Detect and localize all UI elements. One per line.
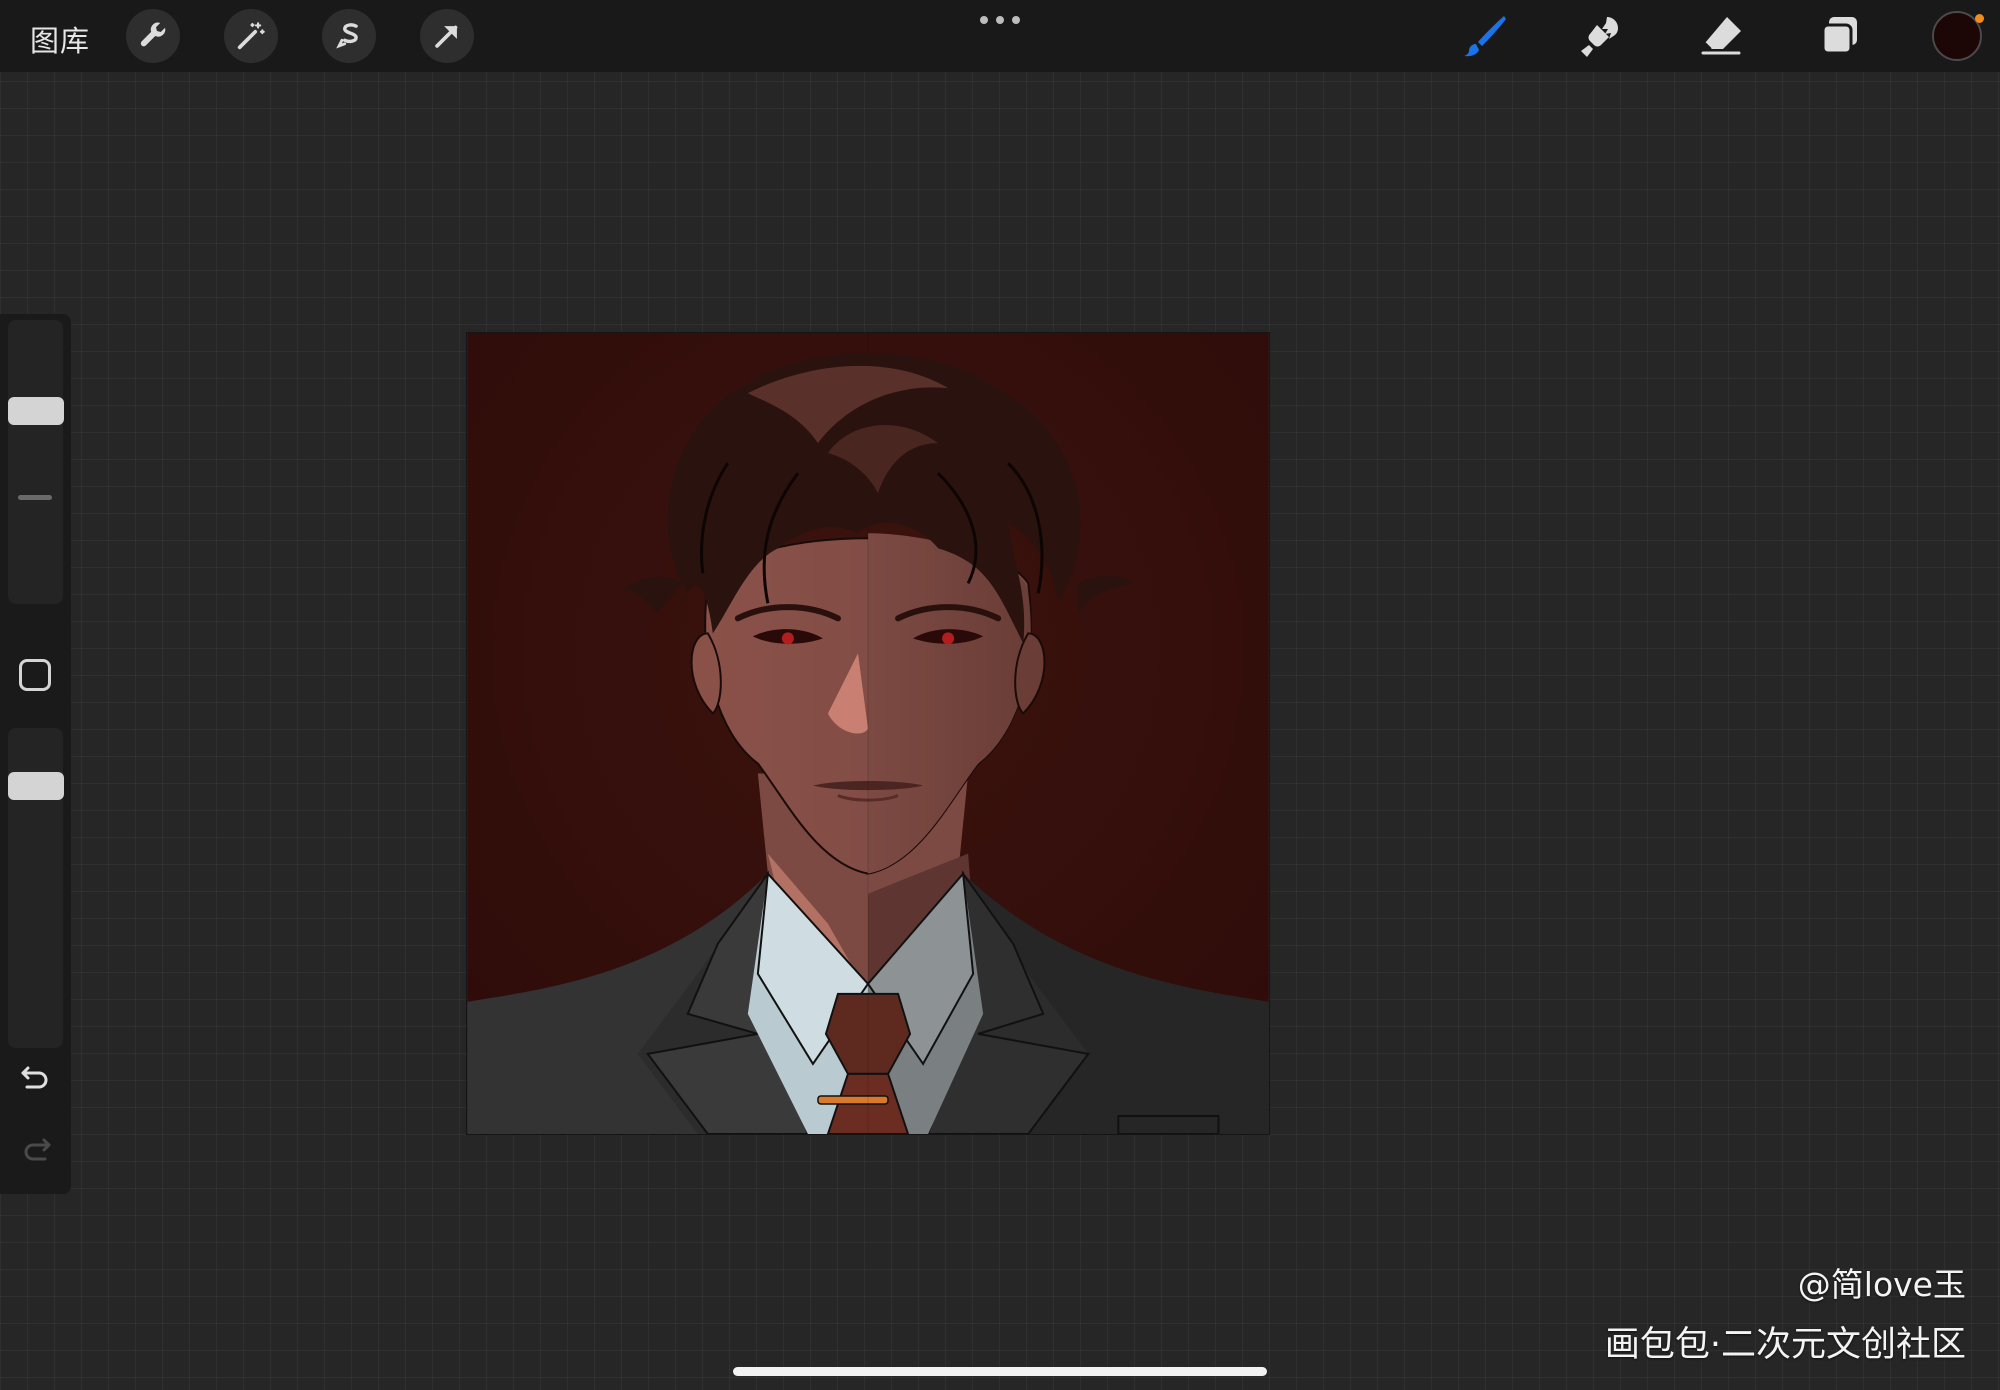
top-toolbar: 图库 [0, 0, 2000, 72]
redo-icon [24, 1138, 51, 1161]
eraser-tool[interactable] [1694, 10, 1750, 62]
smudge-icon [1581, 17, 1618, 57]
brush-size-slider[interactable] [8, 320, 63, 604]
layers-icon [1821, 17, 1857, 55]
smudge-tool[interactable] [1574, 10, 1630, 62]
modify-square-icon[interactable] [19, 659, 51, 691]
color-indicator-dot [1975, 14, 1984, 23]
undo-icon [21, 1066, 48, 1089]
redo-button[interactable] [16, 1128, 56, 1168]
adjustments-button[interactable] [224, 9, 278, 63]
undo-button[interactable] [16, 1056, 56, 1096]
selection-button[interactable] [322, 9, 376, 63]
eraser-icon [1701, 17, 1741, 55]
brush-icon [1464, 16, 1506, 57]
actions-button[interactable] [126, 9, 180, 63]
more-options-dots-icon[interactable] [980, 14, 1020, 26]
selection-icon [336, 23, 358, 49]
procreate-workspace: 图库 @简love玉 画包包·二次元文创社区 [0, 0, 2000, 1390]
artwork-canvas[interactable] [467, 333, 1269, 1134]
gallery-button[interactable]: 图库 [30, 18, 90, 60]
home-indicator[interactable] [733, 1367, 1267, 1376]
watermark-site: 画包包·二次元文创社区 [1604, 1325, 1966, 1365]
brush-size-tick [18, 495, 52, 500]
transform-arrow-icon [435, 25, 458, 48]
brush-tool[interactable] [1457, 10, 1513, 62]
opacity-thumb[interactable] [8, 771, 64, 800]
wrench-icon [140, 22, 166, 47]
left-sidebar [0, 314, 71, 1194]
brush-size-thumb[interactable] [8, 396, 64, 425]
magic-wand-icon [237, 22, 265, 50]
portrait-artwork [467, 333, 1269, 1134]
layers-tool[interactable] [1812, 10, 1868, 62]
transform-button[interactable] [420, 9, 474, 63]
watermark-user: @简love玉 [1797, 1265, 1966, 1304]
